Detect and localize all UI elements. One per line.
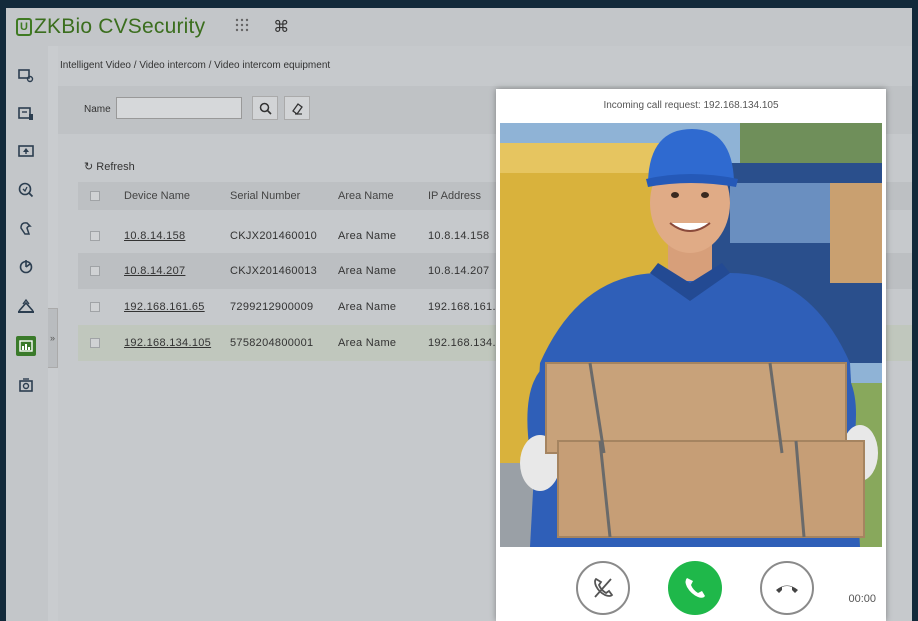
logo-text: ZKBio CVSecurity	[34, 15, 205, 39]
logo-bio: Bio	[61, 15, 93, 38]
area-name-cell: Area Name	[338, 230, 397, 242]
column-header-area-name[interactable]: Area Name	[338, 190, 428, 202]
search-button[interactable]	[252, 96, 278, 120]
top-header: U ZKBio CVSecurity ⌘	[6, 8, 912, 46]
serial-number-cell: CKJX201460010	[230, 230, 318, 242]
device-name-link[interactable]: 192.168.134.105	[124, 337, 230, 349]
access-icon[interactable]	[16, 104, 36, 124]
area-name-cell: Area Name	[338, 337, 397, 349]
personnel-icon[interactable]	[16, 66, 36, 86]
mute-call-button[interactable]	[576, 561, 630, 615]
grid-icon[interactable]	[235, 18, 249, 36]
phone-answer-icon	[685, 578, 705, 598]
camera-icon[interactable]	[16, 376, 36, 396]
sidebar-collapse-handle[interactable]: »	[48, 308, 58, 368]
serial-number-cell: 5758204800001	[230, 337, 314, 349]
phone-hangup-icon	[776, 585, 798, 593]
select-all-checkbox[interactable]	[90, 191, 100, 201]
refresh-button[interactable]: ↻ Refresh	[84, 160, 135, 173]
name-filter-label: Name	[84, 104, 111, 115]
device-name-link[interactable]: 10.8.14.207	[124, 265, 230, 277]
row-checkbox[interactable]	[90, 231, 100, 241]
column-header-device-name[interactable]: Device Name	[124, 190, 230, 202]
serial-number-cell: CKJX201460013	[230, 265, 318, 277]
app-logo[interactable]: U ZKBio CVSecurity	[16, 15, 205, 39]
area-name-cell: Area Name	[338, 265, 397, 277]
clear-filter-button[interactable]	[284, 96, 310, 120]
attendance-icon[interactable]	[16, 142, 36, 162]
refresh-icon: ↻	[84, 161, 94, 173]
incoming-call-title: Incoming call request: 192.168.134.105	[603, 99, 779, 111]
call-controls: 00:00	[496, 549, 886, 621]
courier-video-image	[500, 123, 882, 547]
answer-call-button[interactable]	[668, 561, 722, 615]
mute-phone-icon	[594, 577, 614, 598]
command-icon[interactable]: ⌘	[273, 17, 289, 37]
hang-up-button[interactable]	[760, 561, 814, 615]
search-face-icon[interactable]	[16, 180, 36, 200]
name-filter-input[interactable]	[116, 97, 242, 119]
logo-badge-icon: U	[16, 18, 32, 36]
row-checkbox[interactable]	[90, 302, 100, 312]
breadcrumb: Intelligent Video / Video intercom / Vid…	[60, 60, 331, 71]
area-name-cell: Area Name	[338, 301, 397, 313]
call-timer: 00:00	[848, 593, 876, 605]
row-checkbox[interactable]	[90, 338, 100, 348]
refresh-label: Refresh	[96, 161, 135, 173]
device-name-link[interactable]: 10.8.14.158	[124, 230, 230, 242]
video-intercom-icon[interactable]	[16, 336, 36, 356]
column-header-serial-number[interactable]: Serial Number	[230, 190, 338, 202]
eraser-icon	[291, 102, 303, 115]
logo-rest: CVSecurity	[92, 15, 206, 38]
device-name-link[interactable]: 192.168.161.65	[124, 301, 230, 313]
video-feed	[500, 123, 882, 547]
parking-icon[interactable]	[16, 256, 36, 276]
incoming-call-popup: Incoming call request: 192.168.134.105 0…	[496, 89, 886, 621]
elevator-icon[interactable]	[16, 296, 36, 316]
search-icon	[259, 102, 272, 115]
serial-number-cell: 7299212900009	[230, 301, 314, 313]
row-checkbox[interactable]	[90, 266, 100, 276]
cardboard-boxes	[545, 362, 865, 538]
logo-zk: ZK	[34, 15, 62, 38]
sidebar	[6, 46, 48, 621]
visitor-icon[interactable]	[16, 218, 36, 238]
screen-frame: U ZKBio CVSecurity ⌘ » Intelligent Video…	[0, 0, 918, 621]
